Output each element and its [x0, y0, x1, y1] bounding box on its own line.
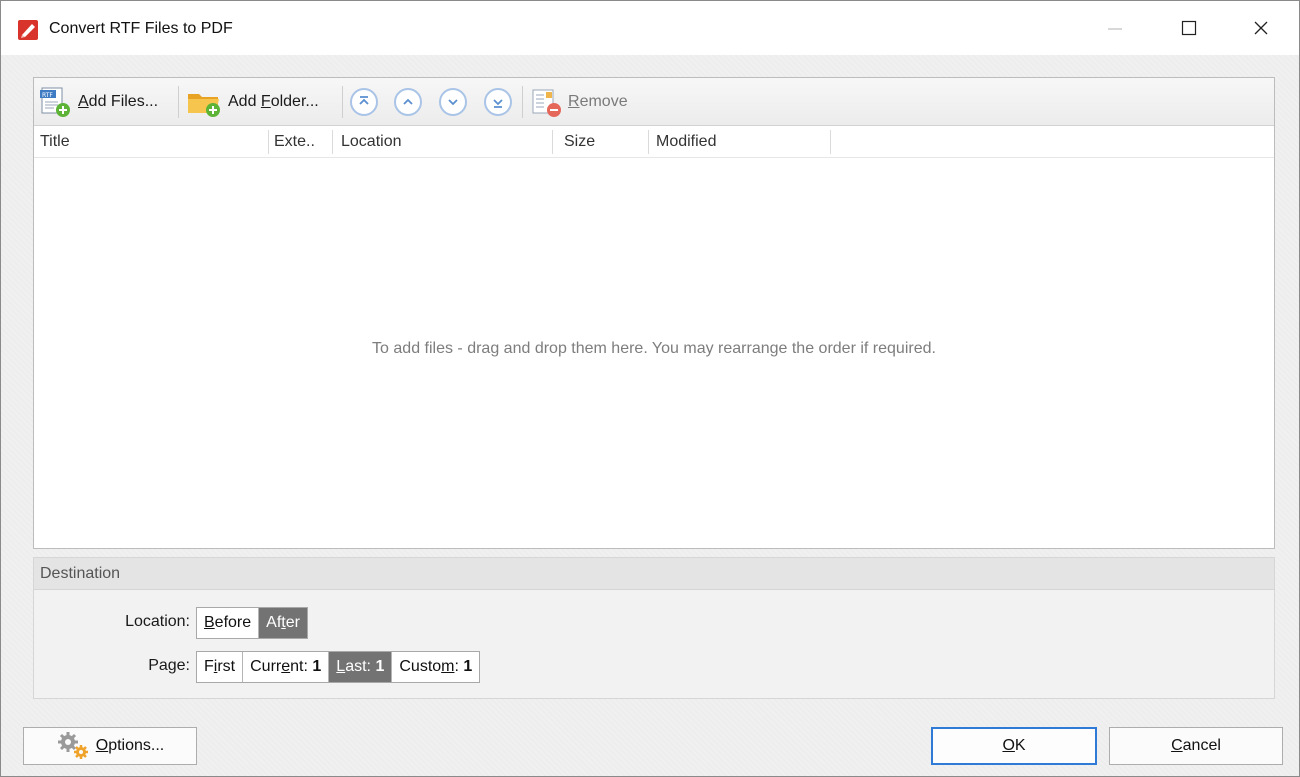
ok-label: OK [1002, 737, 1026, 754]
page-first-option[interactable]: First [197, 652, 244, 682]
move-up-button[interactable] [394, 88, 422, 116]
window-title: Convert RTF Files to PDF [49, 20, 233, 37]
svg-text:RTF: RTF [42, 92, 53, 99]
move-down-icon [448, 99, 458, 106]
minimize-button[interactable] [1087, 1, 1143, 55]
column-divider[interactable] [648, 130, 649, 154]
file-list-panel: RTF Add Files... Add Folder... Remove Ti… [33, 77, 1275, 549]
options-button[interactable]: Options... [23, 727, 197, 765]
column-divider[interactable] [332, 130, 333, 154]
move-up-icon [403, 98, 413, 105]
add-files-label: Add Files... [78, 93, 159, 110]
gears-icon [57, 732, 88, 759]
toolbar-separator [178, 86, 179, 118]
page-last-option[interactable]: Last: 1 [329, 652, 393, 682]
toolbar-separator [342, 86, 343, 118]
page-current-option[interactable]: Current: 1 [243, 652, 330, 682]
drop-zone-message: To add files - drag and drop them here. … [372, 340, 936, 357]
column-divider[interactable] [552, 130, 553, 154]
location-segmented-control: Before After [196, 607, 308, 639]
move-down-button[interactable] [439, 88, 467, 116]
cancel-label: Cancel [1171, 737, 1221, 754]
app-icon [18, 20, 38, 40]
move-to-bottom-icon [493, 99, 503, 108]
page-custom-option[interactable]: Custom: 1 [392, 652, 479, 682]
move-to-top-button[interactable] [350, 88, 378, 116]
maximize-button[interactable] [1161, 1, 1217, 55]
column-size[interactable]: Size [564, 126, 595, 158]
move-to-top-icon [359, 96, 369, 105]
close-button[interactable] [1233, 1, 1289, 55]
column-modified[interactable]: Modified [656, 126, 716, 158]
column-extension[interactable]: Exte.. [274, 126, 315, 158]
column-header-row: Title Exte.. Location Size Modified [34, 126, 1274, 158]
location-label: Location: [125, 613, 190, 630]
title-bar[interactable]: Convert RTF Files to PDF [1, 1, 1299, 55]
destination-header: Destination [34, 558, 1274, 590]
destination-panel: Destination Location: Before After Page:… [33, 557, 1275, 699]
minimize-icon [1108, 28, 1122, 30]
convert-rtf-dialog: Convert RTF Files to PDF RTF Add Files..… [0, 0, 1300, 777]
page-segmented-control: First Current: 1 Last: 1 Custom: 1 [196, 651, 481, 683]
location-after-option[interactable]: After [259, 608, 307, 638]
cancel-button[interactable]: Cancel [1109, 727, 1283, 765]
remove-button[interactable]: Remove [530, 83, 628, 121]
add-folder-icon [188, 94, 220, 117]
add-folder-label: Add Folder... [228, 93, 319, 110]
location-before-option[interactable]: Before [197, 608, 260, 638]
move-to-bottom-button[interactable] [484, 88, 512, 116]
add-folder-button[interactable]: Add Folder... [186, 83, 319, 121]
ok-button[interactable]: OK [931, 727, 1097, 765]
column-location[interactable]: Location [341, 126, 402, 158]
column-divider[interactable] [830, 130, 831, 154]
column-divider[interactable] [268, 130, 269, 154]
options-label: Options... [95, 737, 165, 754]
page-label: Page: [148, 657, 190, 674]
maximize-icon [1181, 20, 1197, 36]
add-files-button[interactable]: RTF Add Files... [38, 83, 158, 121]
remove-icon [532, 89, 561, 117]
column-title[interactable]: Title [40, 126, 70, 158]
remove-label: Remove [568, 93, 628, 110]
toolbar-separator [522, 86, 523, 118]
add-rtf-file-icon: RTF [40, 87, 70, 117]
file-toolbar: RTF Add Files... Add Folder... Remove [34, 78, 1274, 126]
close-icon [1254, 21, 1268, 35]
